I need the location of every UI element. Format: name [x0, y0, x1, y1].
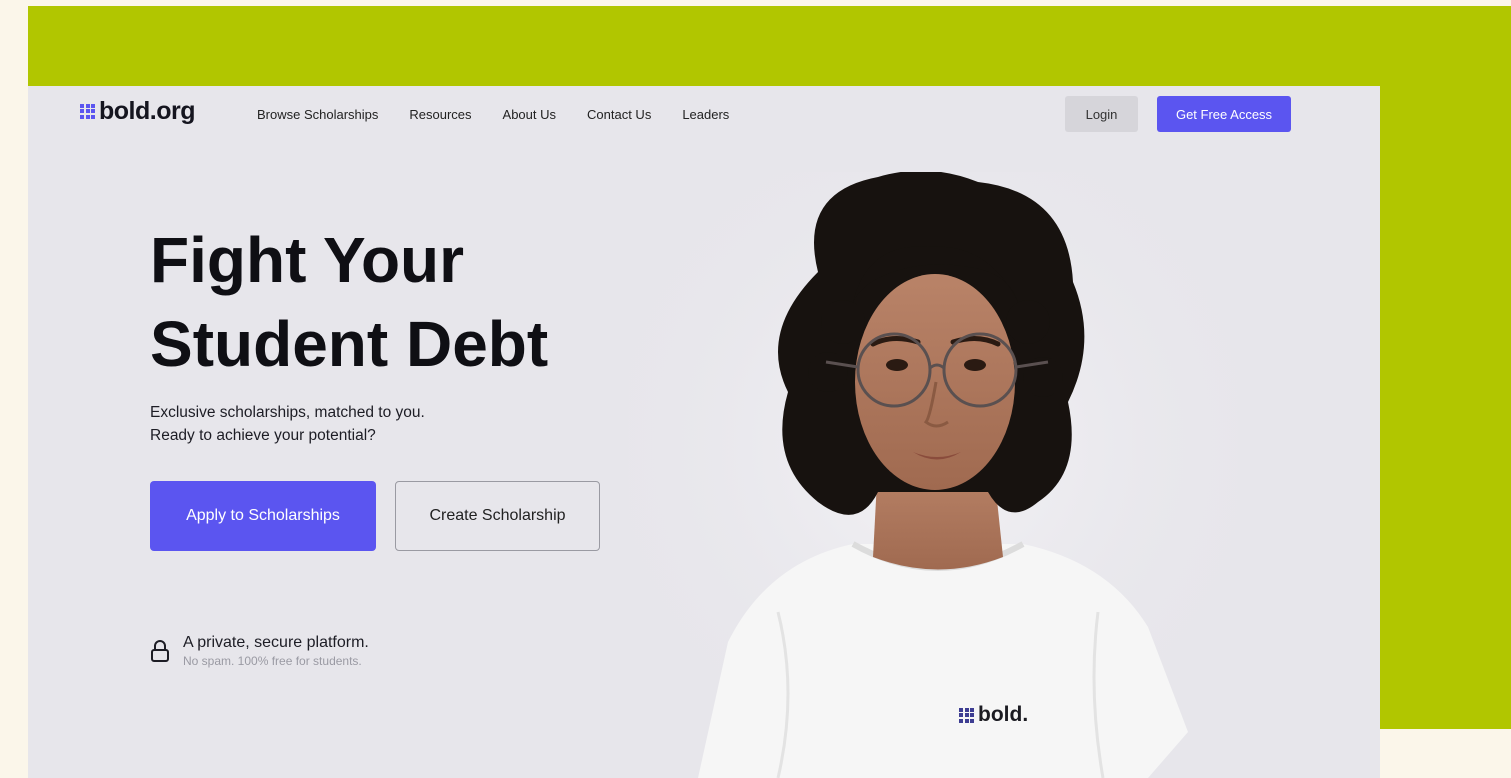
shirt-logo-text: bold.: [978, 703, 1029, 726]
hero-title: Fight Your Student Debt: [150, 218, 548, 386]
get-free-access-button[interactable]: Get Free Access: [1157, 96, 1291, 132]
login-button[interactable]: Login: [1065, 96, 1138, 132]
nav-link-contact-us[interactable]: Contact Us: [587, 107, 651, 122]
website-screenshot: bold.org Browse Scholarships Resources A…: [28, 86, 1380, 778]
shirt-logo-grid-icon: [959, 707, 974, 723]
hero-subtitle: Exclusive scholarships, matched to you. …: [150, 401, 425, 447]
hero-student-photo: [628, 172, 1238, 778]
create-scholarship-button[interactable]: Create Scholarship: [395, 481, 600, 551]
nav-link-browse-scholarships[interactable]: Browse Scholarships: [257, 107, 378, 122]
logo-grid-icon: [80, 103, 95, 119]
secure-platform-note: A private, secure platform. No spam. 100…: [150, 634, 369, 668]
lock-icon: [151, 640, 169, 662]
shirt-logo: bold.: [959, 703, 1028, 727]
main-nav: Browse Scholarships Resources About Us C…: [257, 107, 729, 122]
apply-to-scholarships-button[interactable]: Apply to Scholarships: [150, 481, 376, 551]
hero-title-line-1: Fight Your: [150, 224, 465, 296]
hero-subtitle-line-2: Ready to achieve your potential?: [150, 427, 376, 444]
hero-title-line-2: Student Debt: [150, 308, 549, 380]
secure-title: A private, secure platform.: [183, 634, 369, 651]
nav-link-resources[interactable]: Resources: [409, 107, 471, 122]
logo[interactable]: bold.org: [80, 96, 195, 126]
nav-link-leaders[interactable]: Leaders: [682, 107, 729, 122]
nav-link-about-us[interactable]: About Us: [503, 107, 556, 122]
secure-subtitle: No spam. 100% free for students.: [183, 654, 362, 668]
hero-subtitle-line-1: Exclusive scholarships, matched to you.: [150, 404, 425, 421]
logo-text: bold.org: [99, 96, 195, 125]
secure-text: A private, secure platform. No spam. 100…: [183, 634, 369, 668]
